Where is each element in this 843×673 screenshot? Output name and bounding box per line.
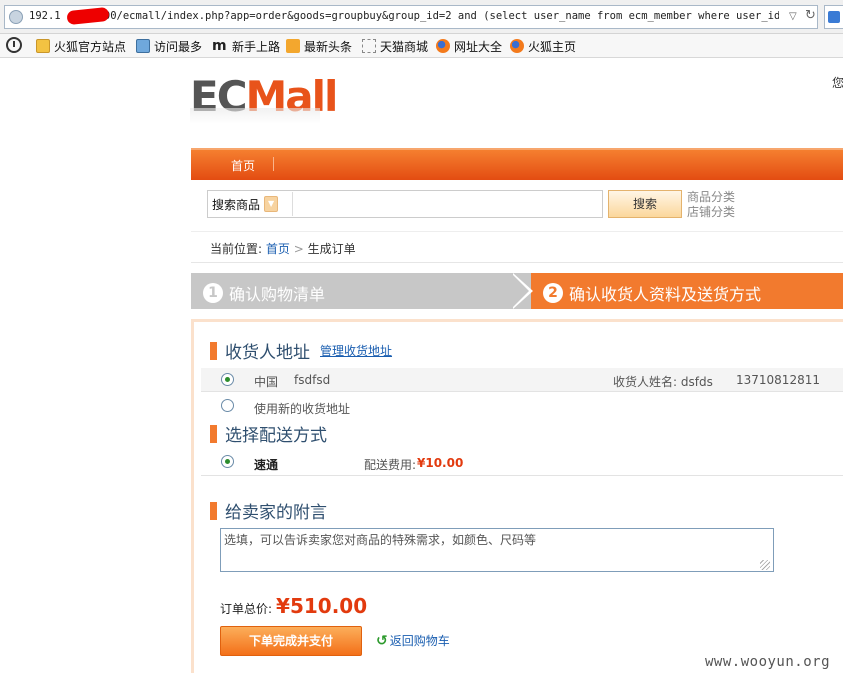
checkout-steps: 1 确认购物清单 2 确认收货人资料及送货方式 [191,273,843,309]
logo-reflection [190,108,320,124]
consignee-phone: 13710812811 [736,373,820,387]
step-1-label: 1 确认购物清单 [203,281,325,305]
back-to-cart-label: 返回购物车 [389,634,450,648]
breadcrumb-home-link[interactable]: 首页 [266,242,290,256]
search-button[interactable]: 搜索 [608,190,682,218]
rss-icon [286,39,300,53]
address-detail: fsdfsd [294,373,331,387]
url-text[interactable]: 192.1 4:8000/ecmall/index.php?app=order&g… [29,10,779,22]
dropdown-arrow-icon[interactable]: ▽ [789,11,797,22]
search-scope-select[interactable]: 搜索商品 ▼ [212,195,279,213]
watermark: www.wooyun.org [705,654,831,670]
welcome-text: 您 [832,76,843,90]
address-region: 中国 [254,375,279,389]
step-2-label: 2 确认收货人资料及送货方式 [543,281,761,305]
shipping-fee-label: 配送费用: [364,458,417,472]
section-marker [210,424,217,443]
globe-icon [9,10,23,24]
search-input[interactable] [292,192,600,216]
breadcrumb-label: 当前位置: [210,242,263,256]
section-marker [210,501,217,520]
bookmark-tmall[interactable]: 天猫商城 [362,37,428,55]
nav-divider [273,157,274,171]
step-number: 1 [203,283,223,303]
new-address-row[interactable]: 使用新的收货地址 [201,396,843,418]
bookmark-label: 访问最多 [154,39,203,54]
step-text: 确认购物清单 [229,285,326,304]
bookmark-label: 火狐主页 [528,39,577,54]
new-address-radio[interactable] [221,399,234,412]
bookmark-firefox-home[interactable]: 火狐主页 [510,37,576,55]
shipping-method-row[interactable]: 速通 配送费用: ¥10.00 [201,452,843,476]
firefox-icon [510,39,524,53]
nav-home-link[interactable]: 首页 [231,157,255,174]
category-links: 商品分类 店铺分类 [687,190,735,220]
folder-icon [36,39,50,53]
return-arrow-icon: ↺ [376,632,388,649]
breadcrumb-separator: > [293,242,304,256]
manage-address-link[interactable]: 管理收货地址 [320,342,392,359]
section-marker [210,341,217,360]
store-category-link[interactable]: 店铺分类 [687,205,735,220]
breadcrumb: 当前位置: 首页 > 生成订单 [210,240,356,257]
address-section-title: 收货人地址 管理收货地址 [210,338,392,363]
bookmark-url-directory[interactable]: 网址大全 [436,37,502,55]
step-number: 2 [543,283,563,303]
message-section-title: 给卖家的附言 [210,498,327,523]
bookmarks-bar: 火狐官方站点 访问最多 m 新手上路 最新头条 天猫商城 网址大全 火狐主页 [0,34,843,58]
section-heading: 给卖家的附言 [225,503,327,523]
shipping-radio[interactable] [221,455,234,468]
total-label: 订单总价: [220,602,273,616]
bookmark-label: 网址大全 [454,39,503,54]
step-arrow [511,273,529,309]
address-radio[interactable] [221,373,234,386]
m-icon: m [212,38,227,54]
divider [191,262,843,263]
search-bar: 搜索商品 ▼ 搜索 商品分类 店铺分类 [191,180,843,232]
bookmark-label: 最新头条 [304,39,353,54]
url-field[interactable]: 192.1 4:8000/ecmall/index.php?app=order&g… [4,5,818,29]
bookmark-latest-headlines[interactable]: 最新头条 [286,37,352,55]
redaction-mark [66,6,110,26]
new-address-label: 使用新的收货地址 [254,402,351,416]
shipping-method-name: 速通 [254,458,279,472]
goods-category-link[interactable]: 商品分类 [687,190,735,205]
reload-icon[interactable]: ↻ [805,8,816,23]
order-total: 订单总价: ¥510.00 [220,594,367,618]
bookmark-getting-started[interactable]: m 新手上路 [212,37,280,55]
resize-grip-icon[interactable] [760,560,770,570]
main-nav: 首页 [191,148,843,180]
consignee-name: 收货人姓名: dsfds [613,375,713,389]
bookmark-firefox-site[interactable]: 火狐官方站点 [36,37,126,55]
total-value: ¥510.00 [276,594,368,618]
chevron-down-icon[interactable]: ▼ [264,196,279,212]
folder-icon [136,39,150,53]
dashed-box-icon [362,39,376,53]
saved-address-row[interactable]: 中国 fsdfsd 收货人姓名: dsfds 13710812811 [201,368,843,392]
submit-order-button[interactable]: 下单完成并支付 [220,626,362,656]
message-textarea[interactable]: 选填，可以告诉卖家您对商品的特殊需求，如颜色、尺码等 [220,528,774,572]
shipping-section-title: 选择配送方式 [210,421,327,446]
bookmark-label: 新手上路 [232,39,281,54]
search-box: 搜索商品 ▼ [207,190,603,218]
search-scope-label: 搜索商品 [212,197,261,212]
search-engine-icon[interactable] [824,5,843,29]
history-clock-icon[interactable] [6,37,22,53]
section-heading: 选择配送方式 [225,426,327,446]
section-heading: 收货人地址 [225,343,310,363]
browser-address-bar: 192.1 4:8000/ecmall/index.php?app=order&g… [0,0,843,34]
shipping-fee-value: ¥10.00 [417,456,464,470]
breadcrumb-current: 生成订单 [307,242,356,256]
firefox-icon [436,39,450,53]
bookmark-most-visited[interactable]: 访问最多 [136,37,202,55]
bookmark-label: 天猫商城 [380,39,429,54]
back-to-cart-link[interactable]: ↺ 返回购物车 [376,632,450,649]
bookmark-label: 火狐官方站点 [54,39,127,54]
step-text: 确认收货人资料及送货方式 [569,285,762,304]
